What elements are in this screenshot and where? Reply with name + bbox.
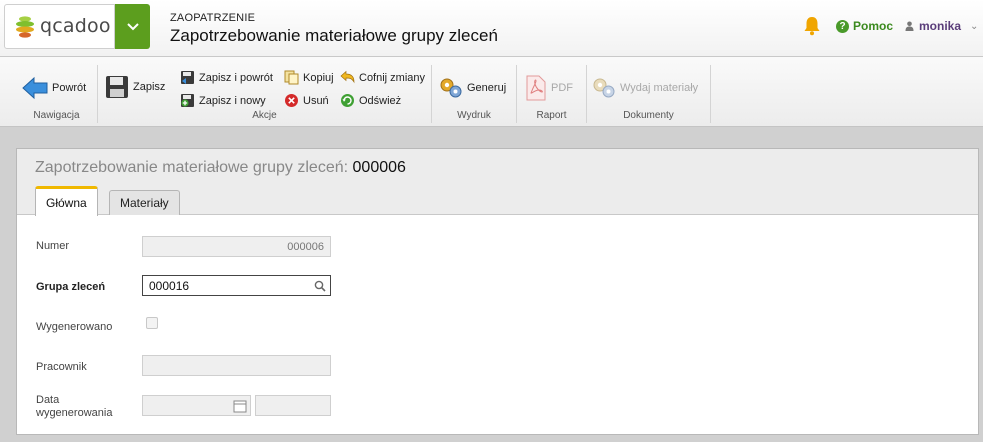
generated-label: Wygenerowano [36, 321, 113, 333]
save-button[interactable]: Zapisz [105, 75, 165, 99]
delete-icon [285, 94, 298, 107]
tab-main[interactable]: Główna [35, 186, 98, 216]
form-panel: Zapotrzebowanie materiałowe grupy zleceń… [16, 148, 979, 435]
undo-label: Cofnij zmiany [359, 71, 426, 84]
question-icon: ? [836, 19, 849, 33]
floppy-disk-icon [106, 76, 128, 98]
form-title-number: 000006 [352, 159, 406, 176]
toolbar-group-report: PDF Raport [517, 65, 587, 123]
toolbar-group-documents: Wydaj materiały Dokumenty [587, 65, 711, 123]
copy-button[interactable]: Kopiuj [284, 70, 334, 85]
issue-materials-label: Wydaj materiały [620, 82, 699, 94]
generate-button[interactable]: Generuj [439, 77, 506, 99]
back-label: Powrót [52, 82, 87, 94]
toolbar-group-navigation: Powrót Nawigacja [16, 65, 98, 123]
bell-icon[interactable] [803, 16, 821, 36]
issue-materials-button[interactable]: Wydaj materiały [592, 77, 698, 99]
refresh-button[interactable]: Odśwież [340, 93, 401, 108]
generation-date-field [142, 395, 251, 416]
group-label-actions: Akcje [252, 110, 277, 121]
delete-label: Usuń [303, 94, 329, 107]
search-icon[interactable] [314, 280, 326, 292]
toolbar-group-print: Generuj Wydruk [432, 65, 517, 123]
gears-icon [440, 78, 462, 98]
logo-icon [16, 16, 34, 38]
main-menu-button[interactable] [115, 4, 150, 49]
save-back-label: Zapisz i powrót [199, 71, 273, 84]
arrow-left-icon [22, 76, 48, 100]
save-and-new-button[interactable]: Zapisz i nowy [180, 93, 266, 108]
number-field: 000006 [142, 236, 331, 257]
group-label-report: Raport [536, 110, 567, 121]
form-title: Zapotrzebowanie materiałowe grupy zleceń… [35, 159, 406, 177]
pdf-icon [526, 75, 546, 101]
generation-date-label-line2: wygenerowania [36, 407, 113, 419]
copy-label: Kopiuj [303, 71, 334, 84]
undo-icon [340, 70, 355, 84]
user-menu[interactable]: monika ⌄ [905, 19, 978, 33]
save-and-back-button[interactable]: Zapisz i powrót [180, 70, 273, 85]
form-header: Zapotrzebowanie materiałowe grupy zleceń… [17, 149, 978, 216]
refresh-icon [341, 94, 354, 107]
logo-text: qcadoo [40, 15, 111, 37]
chevron-down-icon [126, 22, 139, 30]
gears-icon [593, 78, 615, 98]
pdf-button[interactable]: PDF [525, 75, 573, 101]
form-title-prefix: Zapotrzebowanie materiałowe grupy zleceń… [35, 159, 349, 176]
tab-materials[interactable]: Materiały [109, 190, 180, 215]
calendar-icon[interactable] [233, 399, 247, 413]
save-new-icon [181, 94, 194, 107]
group-label-documents: Dokumenty [623, 110, 674, 121]
refresh-label: Odśwież [359, 94, 402, 107]
toolbar-group-actions: Zapisz Zapisz i powrót Zapisz i nowy Kop… [98, 65, 432, 123]
back-button[interactable]: Powrót [22, 75, 86, 101]
generation-date-label-line1: Data [36, 394, 60, 406]
help-label: Pomoc [853, 19, 894, 33]
undo-button[interactable]: Cofnij zmiany [340, 70, 425, 85]
group-label-navigation: Nawigacja [33, 110, 80, 121]
page-title: Zapotrzebowanie materiałowe grupy zleceń [170, 26, 498, 45]
logo[interactable]: qcadoo [4, 4, 115, 49]
generation-time-field [255, 395, 331, 416]
worker-field [142, 355, 331, 376]
user-icon [905, 21, 914, 31]
group-label-print: Wydruk [457, 110, 491, 121]
save-label: Zapisz [133, 81, 166, 93]
help-link[interactable]: ? Pomoc [836, 19, 893, 33]
generate-label: Generuj [467, 82, 507, 94]
worker-label: Pracownik [36, 361, 87, 373]
order-group-lookup-input[interactable]: 000016 [142, 275, 331, 296]
save-back-icon [181, 71, 194, 84]
pdf-label: PDF [551, 82, 573, 94]
number-label: Numer [36, 240, 70, 252]
generated-checkbox[interactable] [146, 317, 158, 329]
order-group-value: 000016 [149, 278, 190, 293]
delete-button[interactable]: Usuń [284, 93, 329, 108]
order-group-label: Grupa zleceń [36, 281, 106, 293]
toolbar: Powrót Nawigacja Zapisz Zapisz i powrót [0, 57, 983, 127]
generation-date-label: Data wygenerowania [36, 394, 112, 420]
copy-icon [284, 70, 299, 85]
section-label: ZAOPATRZENIE [170, 12, 256, 24]
chevron-down-icon: ⌄ [970, 20, 979, 32]
user-name: monika [919, 19, 962, 33]
top-header: qcadoo ZAOPATRZENIE Zapotrzebowanie mate… [0, 0, 983, 57]
save-new-label: Zapisz i nowy [199, 94, 266, 107]
